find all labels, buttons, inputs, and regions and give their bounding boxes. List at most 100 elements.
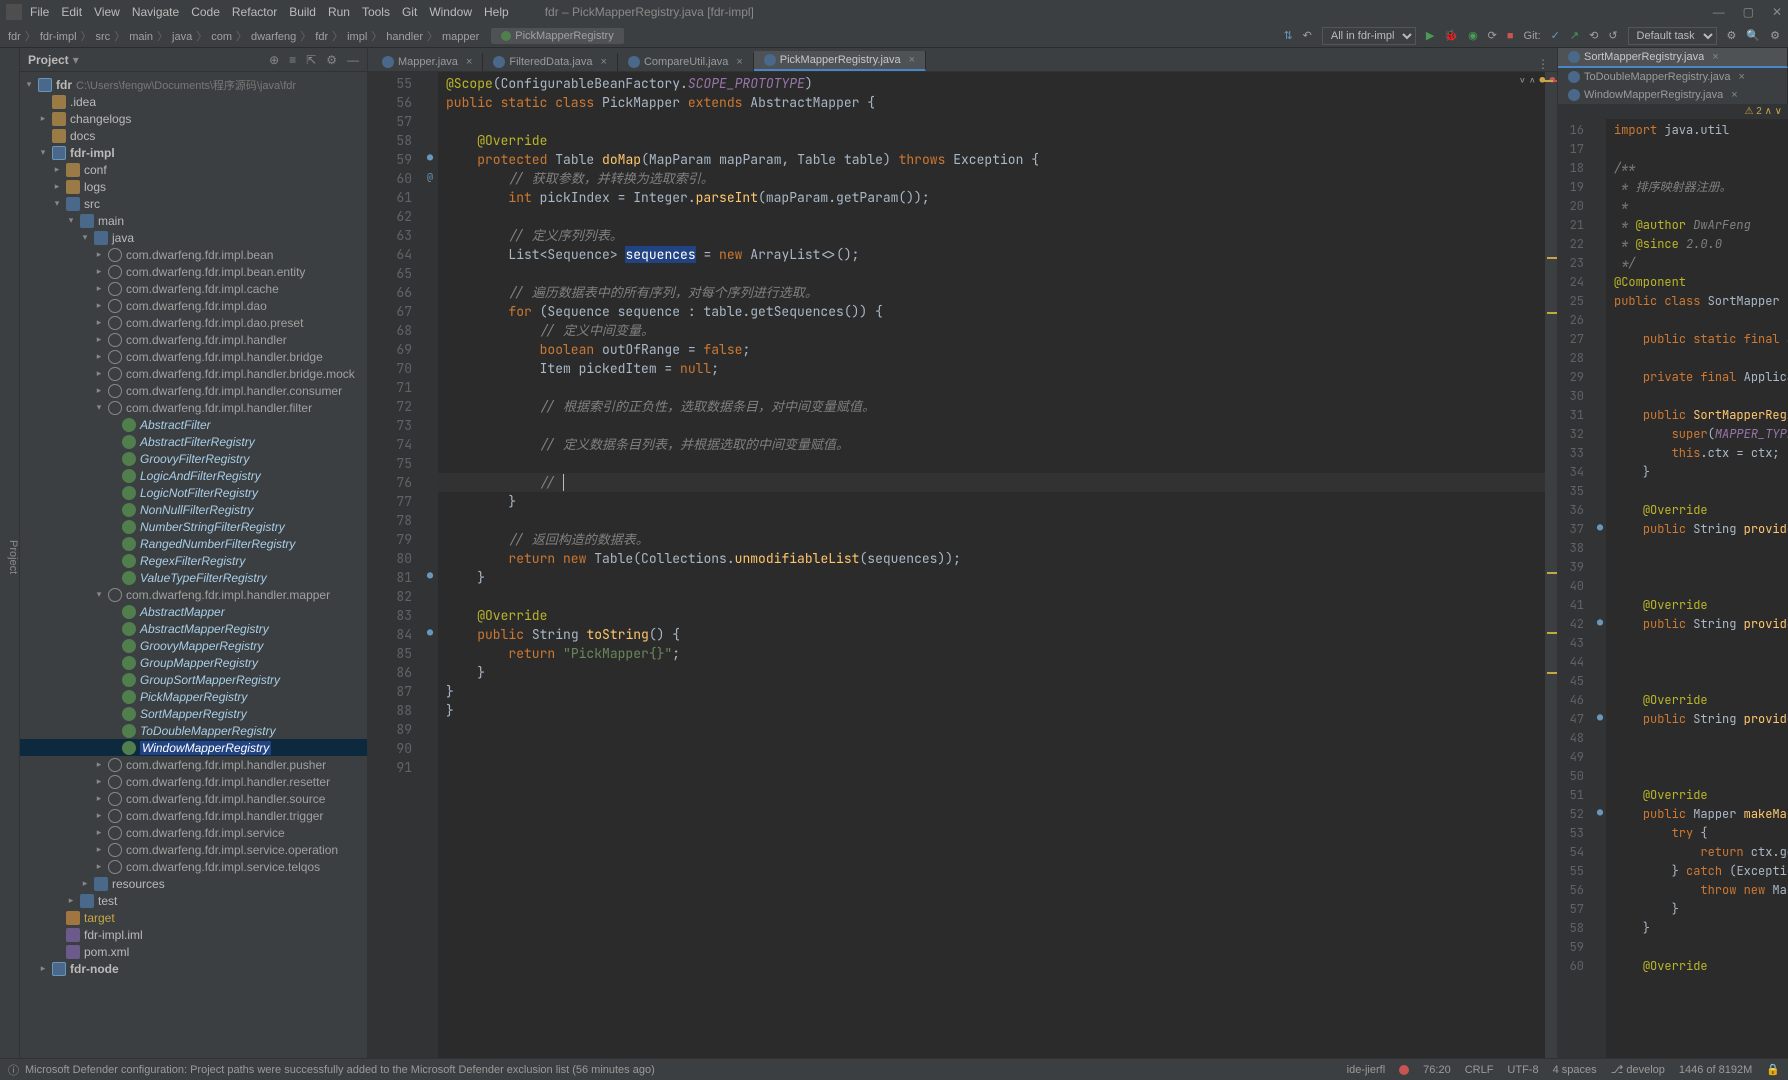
close-tab-icon[interactable]: × <box>601 56 607 68</box>
tree-node-com-dwarfeng-fdr-impl-handler-bridge-mock[interactable]: ▸com.dwarfeng.fdr.impl.handler.bridge.mo… <box>20 365 367 382</box>
back-icon[interactable]: ↶ <box>1303 29 1312 42</box>
tree-node-logicandfilterregistry[interactable]: LogicAndFilterRegistry <box>20 467 367 484</box>
tree-node-com-dwarfeng-fdr-impl-service-operation[interactable]: ▸com.dwarfeng.fdr.impl.service.operation <box>20 841 367 858</box>
breadcrumb-dwarfeng[interactable]: dwarfeng <box>251 31 296 43</box>
tab-overflow-icon[interactable]: ⋮ <box>1529 57 1557 71</box>
close-icon[interactable]: ✕ <box>1772 5 1782 19</box>
menu-help[interactable]: Help <box>484 5 509 19</box>
hide-icon[interactable]: — <box>347 53 359 67</box>
close-tab-icon[interactable]: × <box>1731 89 1737 101</box>
inspection-nav-down[interactable]: ∨ <box>1520 74 1525 86</box>
tree-node-logs[interactable]: ▸logs <box>20 178 367 195</box>
tree-node-numberstringfilterregistry[interactable]: NumberStringFilterRegistry <box>20 518 367 535</box>
lock-icon[interactable]: 🔒 <box>1766 1063 1780 1076</box>
close-tab-icon[interactable]: × <box>466 56 472 68</box>
tree-node-com-dwarfeng-fdr-impl-bean[interactable]: ▸com.dwarfeng.fdr.impl.bean <box>20 246 367 263</box>
git-update-icon[interactable]: ✓ <box>1551 29 1560 42</box>
tree-node-com-dwarfeng-fdr-impl-service[interactable]: ▸com.dwarfeng.fdr.impl.service <box>20 824 367 841</box>
code-content[interactable]: @Scope(ConfigurableBeanFactory.SCOPE_PRO… <box>438 72 1545 1058</box>
breadcrumb-impl[interactable]: impl <box>347 31 367 43</box>
tree-node-abstractfilterregistry[interactable]: AbstractFilterRegistry <box>20 433 367 450</box>
tree-node-src[interactable]: ▾src <box>20 195 367 212</box>
tree-node-main[interactable]: ▾main <box>20 212 367 229</box>
profile-icon[interactable]: ⟳ <box>1488 29 1497 42</box>
menu-file[interactable]: File <box>30 5 49 19</box>
tree-node-com-dwarfeng-fdr-impl-dao[interactable]: ▸com.dwarfeng.fdr.impl.dao <box>20 297 367 314</box>
breadcrumb-fdr[interactable]: fdr <box>8 31 21 43</box>
menu-git[interactable]: Git <box>402 5 417 19</box>
ide-status[interactable]: ide-jierfl <box>1347 1064 1386 1076</box>
side-code-editor[interactable]: 1617181920212223242526272829303132333435… <box>1558 119 1788 1058</box>
tree-node-nonnullfilterregistry[interactable]: NonNullFilterRegistry <box>20 501 367 518</box>
tree-node-resources[interactable]: ▸resources <box>20 875 367 892</box>
breadcrumb-com[interactable]: com <box>211 31 232 43</box>
tree-node-changelogs[interactable]: ▸changelogs <box>20 110 367 127</box>
tree-node--idea[interactable]: .idea <box>20 93 367 110</box>
tree-node-fdr-impl-iml[interactable]: fdr-impl.iml <box>20 926 367 943</box>
expand-all-icon[interactable]: ≡ <box>289 53 296 67</box>
breadcrumb-mapper[interactable]: mapper <box>442 31 479 43</box>
tree-node-com-dwarfeng-fdr-impl-handler[interactable]: ▸com.dwarfeng.fdr.impl.handler <box>20 331 367 348</box>
tree-node-conf[interactable]: ▸conf <box>20 161 367 178</box>
settings-icon[interactable]: ⚙ <box>326 53 337 67</box>
code-editor[interactable]: 5556575859606162636465666768697071727374… <box>368 72 1557 1058</box>
side-tab-WindowMapperRegistry.java[interactable]: WindowMapperRegistry.java× <box>1558 86 1788 104</box>
tree-node-regexfilterregistry[interactable]: RegexFilterRegistry <box>20 552 367 569</box>
menu-refactor[interactable]: Refactor <box>232 5 277 19</box>
run-icon[interactable]: ▶ <box>1426 29 1434 42</box>
breadcrumb-fdr-impl[interactable]: fdr-impl <box>40 31 77 43</box>
maximize-icon[interactable]: ▢ <box>1743 5 1754 19</box>
collapse-all-icon[interactable]: ⇱ <box>306 53 316 67</box>
tree-node-com-dwarfeng-fdr-impl-handler-bridge[interactable]: ▸com.dwarfeng.fdr.impl.handler.bridge <box>20 348 367 365</box>
close-tab-icon[interactable]: × <box>1739 71 1745 83</box>
task-selector[interactable]: Default task <box>1628 27 1717 45</box>
run-scope-selector[interactable]: All in fdr-impl <box>1322 27 1416 45</box>
breadcrumb-java[interactable]: java <box>172 31 192 43</box>
chevron-down-icon[interactable]: ▾ <box>73 53 79 67</box>
tree-node-com-dwarfeng-fdr-impl-handler-pusher[interactable]: ▸com.dwarfeng.fdr.impl.handler.pusher <box>20 756 367 773</box>
tree-node-windowmapperregistry[interactable]: WindowMapperRegistry <box>20 739 367 756</box>
side-inspection-status[interactable]: ⚠ 2 ∧ ∨ <box>1558 104 1788 119</box>
tree-node-com-dwarfeng-fdr-impl-handler-consumer[interactable]: ▸com.dwarfeng.fdr.impl.handler.consumer <box>20 382 367 399</box>
tree-node-com-dwarfeng-fdr-impl-handler-trigger[interactable]: ▸com.dwarfeng.fdr.impl.handler.trigger <box>20 807 367 824</box>
tree-node-groupmapperregistry[interactable]: GroupMapperRegistry <box>20 654 367 671</box>
memory-indicator[interactable]: 1446 of 8192M <box>1679 1064 1752 1076</box>
vcs-icon[interactable]: ⇅ <box>1283 29 1292 42</box>
settings-icon[interactable]: ⚙ <box>1770 29 1780 42</box>
tree-node-target[interactable]: target <box>20 909 367 926</box>
breadcrumb-fdr[interactable]: fdr <box>315 31 328 43</box>
status-error-dot[interactable] <box>1399 1065 1409 1075</box>
left-tool-stripe[interactable]: Project <box>0 48 20 1058</box>
side-line-gutter[interactable]: 1617181920212223242526272829303132333435… <box>1558 119 1594 1058</box>
close-tab-icon[interactable]: × <box>1712 51 1718 63</box>
tree-node-todoublemapperregistry[interactable]: ToDoubleMapperRegistry <box>20 722 367 739</box>
tree-node-java[interactable]: ▾java <box>20 229 367 246</box>
editor-tab-FilteredData.java[interactable]: FilteredData.java× <box>483 53 618 71</box>
project-tree[interactable]: ▾ fdr C:\Users\fengw\Documents\程序源码\java… <box>20 72 367 1058</box>
tree-node-com-dwarfeng-fdr-impl-handler-mapper[interactable]: ▾com.dwarfeng.fdr.impl.handler.mapper <box>20 586 367 603</box>
indent-info[interactable]: 4 spaces <box>1553 1064 1597 1076</box>
menu-code[interactable]: Code <box>191 5 220 19</box>
line-number-gutter[interactable]: 5556575859606162636465666768697071727374… <box>368 72 422 1058</box>
caret-position[interactable]: 76:20 <box>1423 1064 1451 1076</box>
side-tab-SortMapperRegistry.java[interactable]: SortMapperRegistry.java× <box>1558 48 1788 68</box>
tree-root[interactable]: ▾ fdr C:\Users\fengw\Documents\程序源码\java… <box>20 76 367 93</box>
gutter-icons[interactable]: ●@●● <box>422 72 438 1058</box>
menu-tools[interactable]: Tools <box>362 5 390 19</box>
menu-view[interactable]: View <box>94 5 120 19</box>
tree-node-rangednumberfilterregistry[interactable]: RangedNumberFilterRegistry <box>20 535 367 552</box>
breadcrumb-main[interactable]: main <box>129 31 153 43</box>
tree-node-test[interactable]: ▸test <box>20 892 367 909</box>
breadcrumb-handler[interactable]: handler <box>386 31 423 43</box>
git-push-icon[interactable]: ↗ <box>1570 29 1579 42</box>
close-tab-icon[interactable]: × <box>736 56 742 68</box>
project-view-selector[interactable]: Project <box>28 53 69 67</box>
error-stripe[interactable]: ● ● ∧ ∨ <box>1545 72 1557 1058</box>
debug-icon[interactable]: 🐞 <box>1444 29 1458 42</box>
menu-edit[interactable]: Edit <box>61 5 82 19</box>
editor-tab-Mapper.java[interactable]: Mapper.java× <box>372 53 483 71</box>
close-tab-icon[interactable]: × <box>909 54 915 66</box>
build-icon[interactable]: ⚙ <box>1727 29 1737 42</box>
tree-node-abstractmapper[interactable]: AbstractMapper <box>20 603 367 620</box>
git-branch[interactable]: ⎇ develop <box>1611 1063 1665 1076</box>
